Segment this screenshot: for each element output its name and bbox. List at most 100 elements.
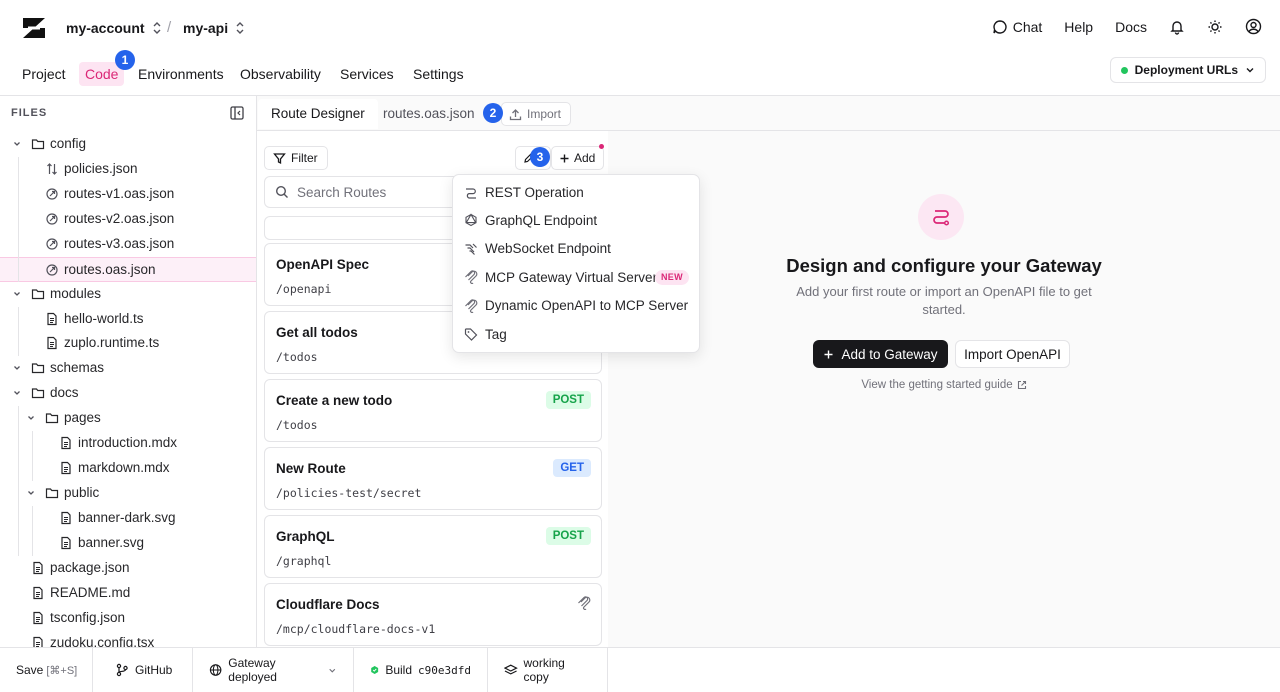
github-button[interactable]: GitHub — [93, 648, 193, 692]
tree-item[interactable]: public — [0, 481, 256, 506]
tree-item[interactable]: routes-v3.oas.json — [0, 232, 256, 257]
save-button[interactable]: Save [⌘+S] — [0, 648, 93, 692]
add-menu-item[interactable]: WebSocket Endpoint — [453, 235, 699, 263]
save-shortcut: [⌘+S] — [46, 664, 78, 677]
tree-item[interactable]: banner.svg — [0, 531, 256, 556]
user-menu[interactable] — [1245, 18, 1262, 35]
account-switcher[interactable]: my-account — [66, 20, 163, 36]
tree-item[interactable]: docs — [0, 381, 256, 406]
nav-project[interactable]: Project — [22, 62, 66, 86]
add-label: Add — [574, 151, 596, 165]
import-openapi-button[interactable]: Import OpenAPI — [955, 340, 1070, 368]
help-link[interactable]: Help — [1064, 19, 1093, 35]
mcp-icon — [464, 270, 478, 285]
tree-item-label: banner-dark.svg — [78, 509, 176, 525]
route-card[interactable]: GraphQL/graphql POST — [264, 515, 602, 578]
project-switcher[interactable]: my-api — [183, 20, 246, 36]
tree-item[interactable]: zuplo.runtime.ts — [0, 331, 256, 356]
chevron-down-icon[interactable] — [12, 139, 22, 149]
tree-item[interactable]: README.md — [0, 581, 256, 606]
working-copy-label: working copy — [523, 656, 565, 684]
gateway-status-button[interactable]: Gateway deployed — [193, 648, 354, 692]
chat-button[interactable]: Chat — [992, 19, 1042, 35]
tree-item[interactable]: hello-world.ts — [0, 307, 256, 332]
theme-toggle[interactable] — [1207, 19, 1223, 35]
tree-item[interactable]: pages — [0, 406, 256, 431]
add-menu-item[interactable]: GraphQL Endpoint — [453, 206, 699, 234]
status-dot — [1120, 66, 1128, 74]
tree-item[interactable]: config — [0, 132, 256, 157]
step-badge-2: 2 — [483, 103, 503, 123]
tree-item-label: package.json — [50, 559, 130, 575]
tree-item[interactable]: banner-dark.svg — [0, 506, 256, 531]
working-copy-button[interactable]: working copy — [488, 648, 608, 692]
tree-item[interactable]: markdown.mdx — [0, 456, 256, 481]
tree-item-label: routes-v3.oas.json — [64, 235, 175, 251]
tree-item[interactable]: policies.json — [0, 157, 256, 182]
nav-services[interactable]: Services — [340, 62, 394, 86]
add-menu-item[interactable]: REST Operation — [453, 178, 699, 206]
tree-item[interactable]: zudoku.config.tsx — [0, 631, 256, 647]
nav-observability[interactable]: Observability — [240, 62, 321, 86]
tree-item[interactable]: modules — [0, 282, 256, 307]
folder-icon — [31, 137, 45, 151]
import-label: Import — [527, 107, 562, 121]
zuplo-logo[interactable] — [20, 16, 48, 40]
indent-guide — [32, 431, 33, 482]
chevron-down-icon[interactable] — [12, 388, 22, 398]
tree-item[interactable]: routes.oas.json — [0, 256, 256, 282]
folder-icon — [31, 361, 45, 375]
tree-item[interactable]: routes-v2.oas.json — [0, 207, 256, 232]
tree-item-label: markdown.mdx — [78, 460, 170, 476]
add-menu-item-label: REST Operation — [485, 184, 584, 200]
build-status[interactable]: Build c90e3dfd — [354, 648, 488, 692]
filter-label: Filter — [291, 151, 318, 165]
notification-dot — [599, 144, 604, 149]
add-menu-item[interactable]: Dynamic OpenAPI to MCP Server — [453, 292, 699, 320]
add-to-gateway-button[interactable]: Add to Gateway — [813, 340, 948, 368]
chevron-down-icon[interactable] — [12, 289, 22, 299]
add-menu-item[interactable]: MCP Gateway Virtual Server NEW — [453, 263, 699, 291]
github-label: GitHub — [135, 663, 173, 677]
chevron-down-icon[interactable] — [12, 363, 22, 373]
filter-button[interactable]: Filter — [264, 146, 328, 170]
add-menu-item[interactable]: Tag — [453, 320, 699, 348]
route-name: GraphQL — [276, 529, 335, 544]
tree-item[interactable]: routes-v1.oas.json — [0, 182, 256, 207]
method-badge: POST — [545, 391, 591, 409]
build-hash: c90e3dfd — [418, 663, 471, 677]
deployment-urls-button[interactable]: Deployment URLs — [1109, 57, 1266, 83]
tree-item-label: config — [50, 136, 87, 151]
docs-link[interactable]: Docs — [1115, 19, 1147, 35]
plus-icon — [824, 350, 833, 358]
add-route-button[interactable]: Add — [551, 146, 605, 170]
route-card[interactable]: New Route/policies-test/secret GET — [264, 447, 602, 510]
tab-routes-oas-json[interactable]: routes.oas.json — [370, 99, 488, 129]
layers-icon — [504, 664, 518, 675]
empty-state-panel: Design and configure your Gateway Add yo… — [608, 131, 1280, 647]
getting-started-link[interactable]: View the getting started guide — [608, 379, 1280, 391]
notifications-button[interactable] — [1169, 19, 1185, 35]
nav-settings[interactable]: Settings — [413, 62, 464, 86]
route-card[interactable]: Cloudflare Docs/mcp/cloudflare-docs-v1 — [264, 583, 602, 646]
tree-item[interactable]: package.json — [0, 556, 256, 581]
nav-environments[interactable]: Environments — [138, 62, 224, 86]
tree-item[interactable]: schemas — [0, 356, 256, 381]
route-name: Get all todos — [276, 325, 358, 340]
folder-icon — [45, 486, 59, 500]
file-icon — [59, 461, 73, 475]
tree-item[interactable]: tsconfig.json — [0, 606, 256, 631]
tree-item[interactable]: introduction.mdx — [0, 431, 256, 456]
tree-item-label: routes-v2.oas.json — [64, 210, 175, 226]
globe-icon — [209, 664, 222, 676]
route-card[interactable]: Create a new todo/todos POST — [264, 379, 602, 442]
tab-route-designer[interactable]: Route Designer — [258, 99, 378, 129]
indent-guide — [18, 406, 19, 556]
import-button[interactable]: Import — [501, 102, 572, 126]
main-nav: Project Code Environments Observability … — [0, 56, 1280, 94]
plus-icon — [560, 154, 569, 162]
save-label: Save — [16, 663, 44, 677]
chevron-down-icon[interactable] — [26, 488, 36, 498]
chevron-down-icon[interactable] — [26, 413, 36, 423]
method-badge: POST — [545, 527, 591, 545]
